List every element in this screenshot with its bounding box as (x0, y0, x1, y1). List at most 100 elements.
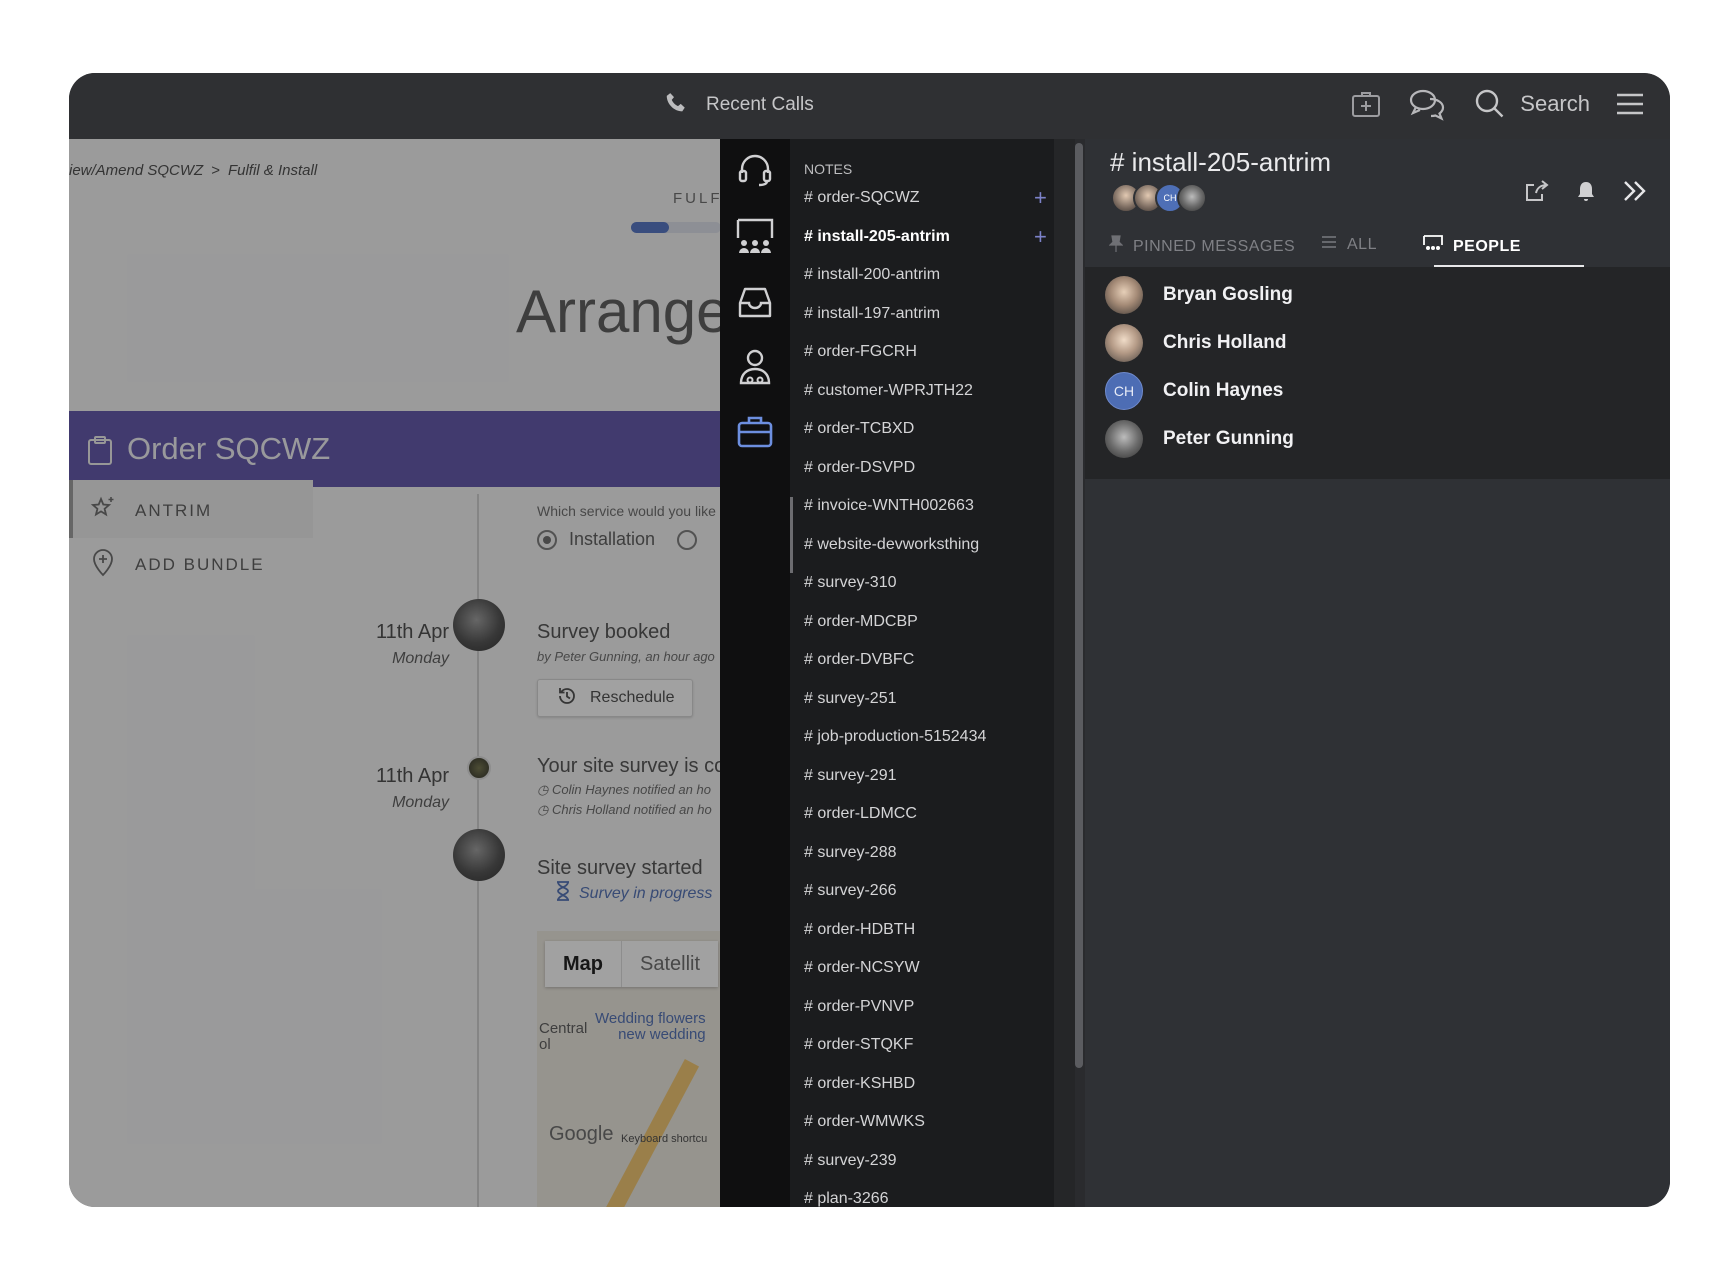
tab-label: PINNED MESSAGES (1133, 237, 1296, 255)
hash-icon: # (804, 728, 818, 745)
channel-item[interactable]: # order-LDMCC (804, 799, 917, 829)
tab-people[interactable]: PEOPLE (1423, 235, 1521, 258)
hash-icon: # (804, 458, 818, 476)
channel-name: website-devworksthing (817, 535, 980, 553)
channel-name: survey-239 (817, 1151, 897, 1169)
channel-item[interactable]: # order-WMWKS (804, 1107, 925, 1137)
channel-item[interactable]: # order-PVNVP (804, 992, 914, 1022)
channel-name: order-FGCRH (817, 343, 917, 360)
channel-name: survey-291 (817, 766, 897, 784)
team-board-icon[interactable] (720, 217, 790, 255)
channel-item[interactable]: # install-205-antrim + (804, 222, 1047, 252)
add-note-button[interactable]: + (1034, 183, 1047, 213)
channel-name: order-TCBXD (817, 420, 915, 437)
channel-item[interactable]: # install-200-antrim (804, 260, 940, 290)
hash-icon: # (804, 689, 818, 707)
channel-name: customer-WPRJTH22 (817, 381, 973, 399)
channel-item[interactable]: # survey-291 (804, 761, 897, 791)
channel-item[interactable]: # survey-266 (804, 876, 897, 906)
app-window: Recent Calls Search iew/Amend SQCWZ > Fulf… (69, 73, 1670, 1207)
add-note-button[interactable]: + (1034, 222, 1047, 252)
scrollbar-thumb[interactable] (1075, 143, 1083, 1068)
hash-icon: # (804, 227, 818, 245)
channel-actions (1524, 179, 1648, 203)
channel-item[interactable]: # order-KSHBD (804, 1069, 915, 1099)
hash-icon: # (804, 304, 818, 322)
channel-item[interactable]: # invoice-WNTH002663 (804, 491, 974, 521)
channel-item[interactable]: # order-SQCWZ + (804, 183, 1047, 213)
medical-case-icon[interactable] (1350, 88, 1382, 120)
channel-item[interactable]: # order-MDCBP (804, 607, 918, 637)
avatar: CH (1105, 372, 1143, 410)
panel-divider (1054, 139, 1075, 1207)
channel-item[interactable]: # job-production-5152434 (804, 722, 986, 752)
channel-item[interactable]: # survey-239 (804, 1146, 897, 1176)
avatar (1105, 276, 1143, 314)
share-icon[interactable] (1524, 179, 1550, 203)
briefcase-icon[interactable] (720, 415, 790, 449)
person-row[interactable]: CH Colin Haynes (1105, 371, 1283, 411)
person-row[interactable]: Bryan Gosling (1105, 275, 1293, 315)
headset-icon[interactable] (720, 151, 790, 189)
channel-name: order-WMWKS (817, 1113, 925, 1130)
search-label[interactable]: Search (1520, 91, 1590, 117)
hash-icon: # (804, 535, 818, 553)
hash-icon: # (804, 343, 818, 360)
channel-item[interactable]: # install-197-antrim (804, 299, 940, 329)
channel-item[interactable]: # order-FGCRH (804, 337, 917, 367)
tab-pinned-messages[interactable]: PINNED MESSAGES (1108, 235, 1296, 258)
channel-item[interactable]: # order-STQKF (804, 1030, 913, 1060)
person-row[interactable]: Chris Holland (1105, 323, 1287, 363)
channel-item[interactable]: # website-devworksthing (804, 530, 979, 560)
inbox-tray-icon[interactable] (720, 285, 790, 321)
tab-label: PEOPLE (1453, 237, 1521, 255)
channel-name: order-HDBTH (817, 920, 916, 938)
person-name: Colin Haynes (1163, 380, 1284, 401)
person-name: Bryan Gosling (1163, 284, 1293, 305)
hash-icon: # (804, 574, 818, 591)
channel-scrollbar[interactable] (1075, 139, 1083, 1207)
channel-detail-panel: # install-205-antrim CH PINNED MESSAGES (1085, 139, 1670, 1207)
channel-name: order-DSVPD (817, 458, 916, 476)
avatar (1105, 324, 1143, 362)
channel-title: # install-205-antrim (1110, 147, 1332, 177)
channel-name: order-SQCWZ (817, 189, 920, 206)
channel-item[interactable]: # survey-288 (804, 838, 897, 868)
channel-name: order-KSHBD (817, 1074, 916, 1092)
hash-icon: # (804, 1151, 818, 1169)
channel-item[interactable]: # order-TCBXD (804, 414, 914, 444)
search-icon[interactable] (1474, 88, 1506, 120)
tab-all[interactable]: ALL (1321, 235, 1377, 254)
overlay-dim (69, 139, 720, 1207)
hash-icon: # (804, 959, 818, 976)
channel-item[interactable]: # survey-310 (804, 568, 897, 598)
top-bar: Recent Calls Search (69, 73, 1670, 139)
recent-calls-button[interactable]: Recent Calls (662, 85, 814, 125)
hash-icon: # (804, 1190, 818, 1207)
channel-item[interactable]: # order-NCSYW (804, 953, 920, 983)
contact-person-icon[interactable] (720, 349, 790, 387)
hamburger-menu-icon[interactable] (1616, 92, 1644, 116)
hash-icon: # (804, 381, 818, 399)
channel-name: survey-266 (817, 882, 897, 899)
hash-icon: # (804, 1036, 818, 1053)
channel-item[interactable]: # plan-3266 (804, 1184, 889, 1207)
channel-list: NOTES # order-SQCWZ + # install-205-antrim… (790, 139, 1054, 1207)
channel-item[interactable]: # order-DVBFC (804, 645, 914, 675)
hash-icon: # (804, 882, 818, 899)
channel-item[interactable]: # order-HDBTH (804, 915, 915, 945)
hash-icon: # (804, 651, 818, 668)
channel-name: survey-310 (817, 574, 897, 591)
hash-icon: # (804, 497, 818, 514)
avatar (1105, 420, 1143, 458)
channel-item[interactable]: # order-DSVPD (804, 453, 915, 483)
channel-name: install-200-antrim (817, 266, 941, 283)
chat-bubbles-icon[interactable] (1408, 87, 1448, 121)
bell-icon[interactable] (1576, 180, 1596, 202)
panel-tabs: PINNED MESSAGES ALL PEOPLE (1085, 235, 1670, 268)
collapse-panel-icon[interactable] (1622, 179, 1648, 203)
channel-item[interactable]: # customer-WPRJTH22 (804, 376, 973, 406)
person-row[interactable]: Peter Gunning (1105, 419, 1294, 459)
hash-icon: # (804, 766, 818, 784)
channel-item[interactable]: # survey-251 (804, 684, 897, 714)
